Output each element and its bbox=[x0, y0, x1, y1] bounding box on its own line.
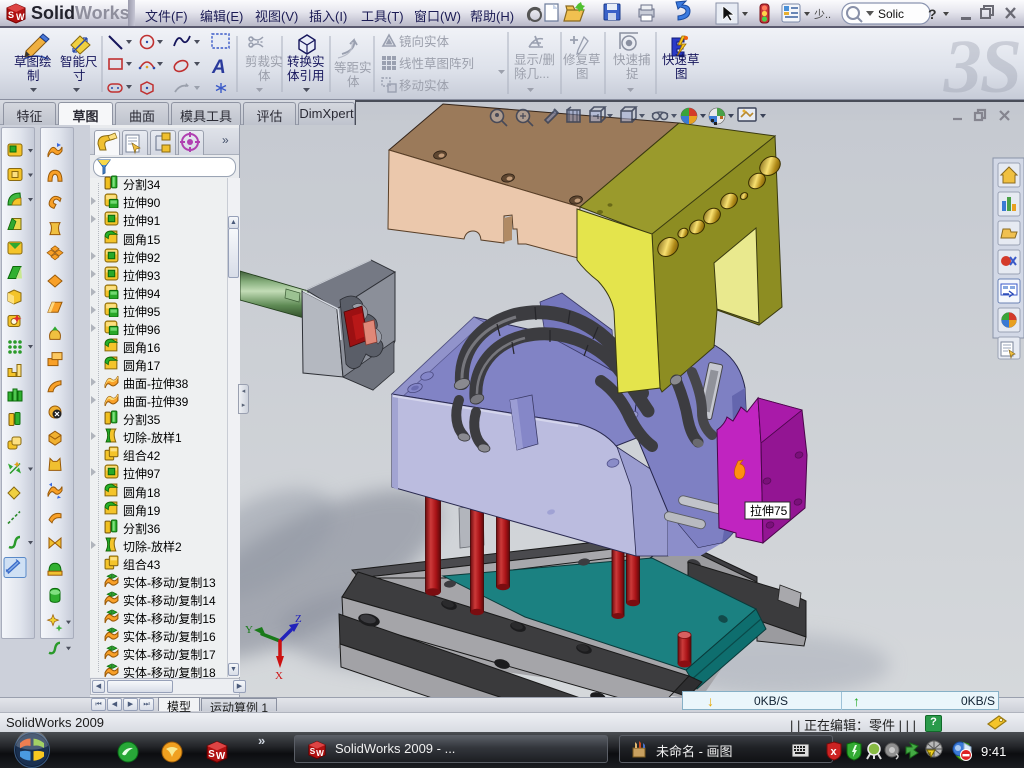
svg-text:制: 制 bbox=[27, 69, 40, 83]
svg-text:图: 图 bbox=[675, 67, 688, 81]
svg-text:快速捕: 快速捕 bbox=[613, 52, 651, 67]
svg-text:S: S bbox=[8, 10, 14, 20]
svg-text:少..: 少.. bbox=[814, 8, 831, 21]
svg-text:W: W bbox=[316, 749, 324, 758]
svg-text:体引用: 体引用 bbox=[287, 69, 325, 83]
svg-text:智能尺: 智能尺 bbox=[60, 54, 98, 69]
svg-text:快速草: 快速草 bbox=[662, 53, 700, 67]
svg-text:草图绘: 草图绘 bbox=[14, 54, 52, 69]
svg-text:W: W bbox=[16, 12, 25, 22]
svg-text:Z: Z bbox=[295, 613, 302, 625]
svg-text:?: ? bbox=[928, 6, 937, 22]
svg-text:线性草图阵列: 线性草图阵列 bbox=[399, 57, 474, 71]
svg-text:显示/删: 显示/删 bbox=[514, 53, 555, 67]
svg-text:图: 图 bbox=[576, 67, 589, 81]
svg-text:体: 体 bbox=[347, 75, 360, 89]
svg-text:除几...: 除几... bbox=[514, 66, 549, 81]
svg-text:捉: 捉 bbox=[626, 66, 639, 81]
svg-text:修复草: 修复草 bbox=[563, 52, 601, 67]
svg-text:S: S bbox=[310, 747, 316, 756]
svg-text:W: W bbox=[216, 751, 226, 762]
svg-text:x: x bbox=[831, 746, 838, 758]
svg-text:镜向实体: 镜向实体 bbox=[399, 34, 450, 49]
svg-text:A: A bbox=[211, 57, 226, 78]
svg-text:拉伸75: 拉伸75 bbox=[750, 503, 788, 518]
svg-text:S: S bbox=[208, 749, 215, 760]
svg-text:Y: Y bbox=[245, 624, 253, 636]
svg-text:等距实: 等距实 bbox=[334, 60, 372, 75]
svg-text:转换实: 转换实 bbox=[287, 54, 325, 69]
svg-text:移动实体: 移动实体 bbox=[399, 78, 450, 93]
svg-text:寸: 寸 bbox=[73, 69, 86, 83]
svg-text:Solic: Solic bbox=[878, 7, 904, 21]
svg-text:X: X bbox=[275, 670, 283, 682]
svg-text:剪裁实: 剪裁实 bbox=[245, 54, 283, 69]
svg-text:体: 体 bbox=[258, 69, 271, 83]
